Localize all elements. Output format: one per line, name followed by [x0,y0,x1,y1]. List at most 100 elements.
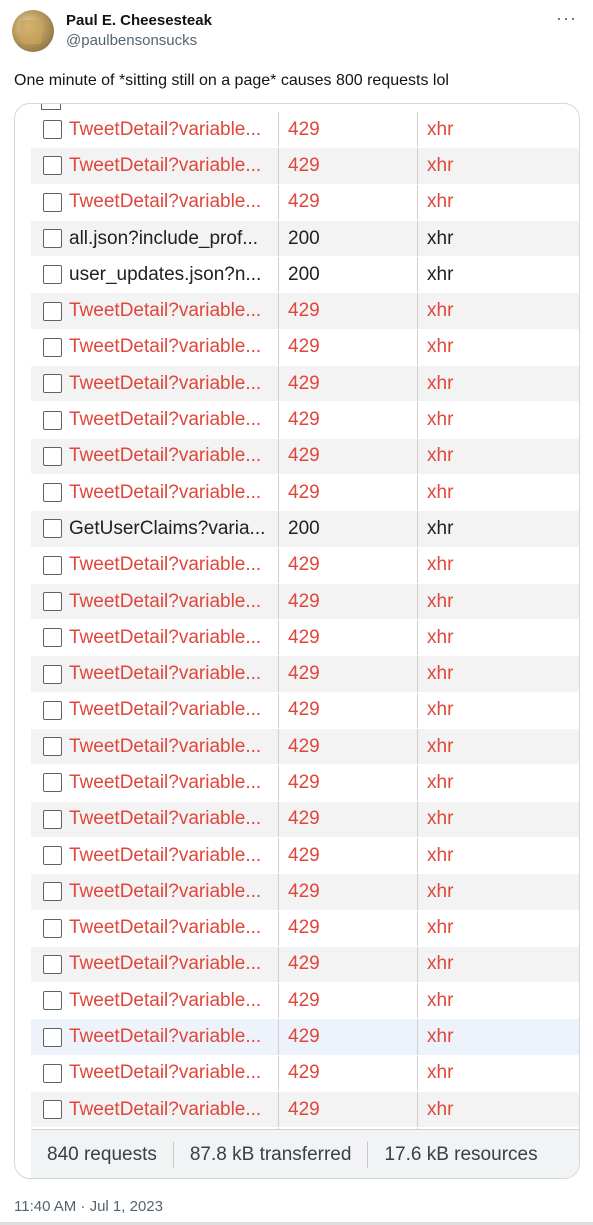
checkbox[interactable] [42,1100,62,1120]
partial-checkbox-icon [41,104,61,110]
checkbox[interactable] [42,192,62,212]
table-row[interactable]: TweetDetail?variable... 429 xhr [31,910,579,947]
checkbox[interactable] [42,991,62,1011]
table-row[interactable]: TweetDetail?variable... 429 xhr [31,692,579,730]
request-name[interactable]: TweetDetail?variable... [69,874,279,910]
table-row[interactable]: TweetDetail?variable... 429 xhr [31,1092,579,1129]
checkbox[interactable] [42,918,62,938]
checkbox[interactable] [42,882,62,902]
table-row[interactable]: TweetDetail?variable... 429 xhr [31,438,579,475]
request-name[interactable]: TweetDetail?variable... [69,1092,279,1128]
tweet-timestamp[interactable]: 11:40 AM · Jul 1, 2023 [14,1198,163,1215]
request-name[interactable]: TweetDetail?variable... [69,1019,279,1055]
checkbox[interactable] [42,592,62,611]
checkbox[interactable] [42,483,62,503]
table-row[interactable]: user_updates.json?n... 200 xhr [31,257,579,294]
checkbox[interactable] [42,120,62,140]
table-row[interactable]: TweetDetail?variable... 429 xhr [31,1019,579,1056]
checkbox[interactable] [42,664,62,684]
request-name[interactable]: TweetDetail?variable... [69,438,279,474]
request-name[interactable]: TweetDetail?variable... [69,729,279,765]
table-row[interactable]: TweetDetail?variable... 429 xhr [31,620,579,657]
more-options-icon[interactable]: ··· [556,8,577,29]
checkbox[interactable] [42,374,62,394]
table-row[interactable]: TweetDetail?variable... 429 xhr [31,112,579,149]
request-name[interactable]: TweetDetail?variable... [69,184,279,220]
table-row[interactable]: TweetDetail?variable... 429 xhr [31,874,579,911]
checkbox[interactable] [42,846,62,866]
request-name[interactable]: TweetDetail?variable... [69,402,279,438]
request-name[interactable]: TweetDetail?variable... [69,765,279,801]
avatar[interactable] [12,10,54,52]
request-status: 429 [280,1092,418,1128]
table-row[interactable]: TweetDetail?variable... 429 xhr [31,656,579,693]
request-name[interactable]: TweetDetail?variable... [69,837,279,874]
network-request-table: TweetDetail?variable... 429 xhr TweetDetail… [31,112,579,1165]
request-name[interactable]: TweetDetail?variable... [69,692,279,729]
table-row[interactable]: TweetDetail?variable... 429 xhr [31,547,579,584]
request-name[interactable]: TweetDetail?variable... [69,946,279,983]
checkbox[interactable] [42,1027,62,1047]
request-name[interactable]: TweetDetail?variable... [69,329,279,366]
checkbox[interactable] [42,519,62,539]
table-row[interactable]: TweetDetail?variable... 429 xhr [31,329,579,367]
checkbox[interactable] [42,628,62,648]
checkbox[interactable] [42,337,62,357]
request-name[interactable]: TweetDetail?variable... [69,583,279,620]
request-name[interactable]: all.json?include_prof... [69,220,279,257]
table-row[interactable]: TweetDetail?variable... 429 xhr [31,293,579,330]
request-name[interactable]: TweetDetail?variable... [69,983,279,1019]
request-status: 429 [280,474,418,511]
table-row[interactable]: all.json?include_prof... 200 xhr [31,220,579,258]
request-name[interactable]: GetUserClaims?varia... [69,511,279,547]
request-name[interactable]: TweetDetail?variable... [69,910,279,946]
table-row[interactable]: TweetDetail?variable... 429 xhr [31,366,579,403]
table-row[interactable]: TweetDetail?variable... 429 xhr [31,801,579,838]
table-row[interactable]: TweetDetail?variable... 429 xhr [31,148,579,185]
request-name[interactable]: TweetDetail?variable... [69,801,279,837]
request-count: 840 requests [47,1144,157,1165]
table-row[interactable]: TweetDetail?variable... 429 xhr [31,729,579,766]
checkbox[interactable] [42,773,62,793]
tweet-media-screenshot[interactable]: TweetDetail?variable... 429 xhr TweetDetail… [14,103,580,1179]
row-checkbox-cell [41,765,63,800]
table-row[interactable]: TweetDetail?variable... 429 xhr [31,946,579,984]
request-type: xhr [427,554,454,576]
checkbox[interactable] [42,954,62,974]
request-name[interactable]: TweetDetail?variable... [69,1055,279,1092]
table-row[interactable]: TweetDetail?variable... 429 xhr [31,402,579,439]
table-row[interactable]: TweetDetail?variable... 429 xhr [31,765,579,802]
request-name[interactable]: TweetDetail?variable... [69,366,279,402]
table-row[interactable]: TweetDetail?variable... 429 xhr [31,184,579,221]
table-row[interactable]: TweetDetail?variable... 429 xhr [31,983,579,1020]
row-checkbox-cell [41,656,63,691]
checkbox[interactable] [42,410,62,430]
display-name[interactable]: Paul E. Cheesesteak [66,12,212,29]
checkbox[interactable] [42,265,62,285]
request-name[interactable]: user_updates.json?n... [69,257,279,293]
table-row[interactable]: TweetDetail?variable... 429 xhr [31,474,579,512]
row-checkbox-cell [41,330,63,365]
checkbox[interactable] [42,700,62,720]
request-name[interactable]: TweetDetail?variable... [69,112,279,148]
checkbox[interactable] [42,446,62,466]
checkbox[interactable] [42,156,62,176]
checkbox[interactable] [42,1063,62,1083]
request-name[interactable]: TweetDetail?variable... [69,547,279,583]
checkbox[interactable] [42,809,62,829]
checkbox[interactable] [42,301,62,321]
request-name[interactable]: TweetDetail?variable... [69,656,279,692]
request-name[interactable]: TweetDetail?variable... [69,474,279,511]
table-row[interactable]: TweetDetail?variable... 429 xhr [31,1055,579,1093]
checkbox[interactable] [42,737,62,757]
request-name[interactable]: TweetDetail?variable... [69,293,279,329]
user-handle[interactable]: @paulbensonsucks [66,32,197,49]
request-type: xhr [427,1062,454,1084]
request-name[interactable]: TweetDetail?variable... [69,148,279,184]
table-row[interactable]: TweetDetail?variable... 429 xhr [31,583,579,621]
request-name[interactable]: TweetDetail?variable... [69,620,279,656]
table-row[interactable]: TweetDetail?variable... 429 xhr [31,837,579,875]
checkbox[interactable] [42,229,62,249]
table-row[interactable]: GetUserClaims?varia... 200 xhr [31,511,579,548]
checkbox[interactable] [42,555,62,575]
